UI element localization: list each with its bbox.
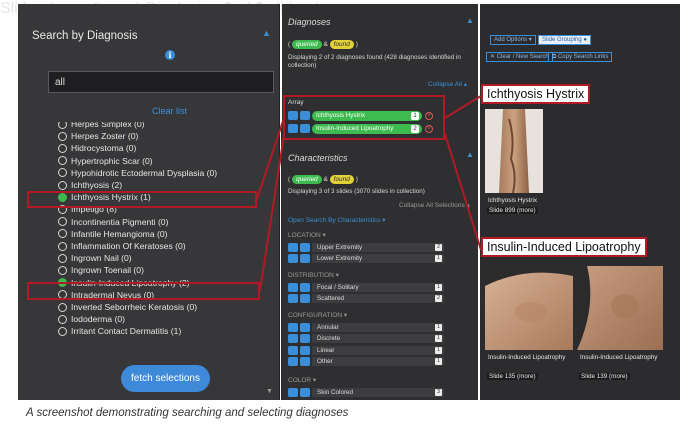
figure-caption: A screenshot demonstrating searching and…: [26, 407, 349, 419]
callout-connector-lines: [256, 95, 482, 292]
